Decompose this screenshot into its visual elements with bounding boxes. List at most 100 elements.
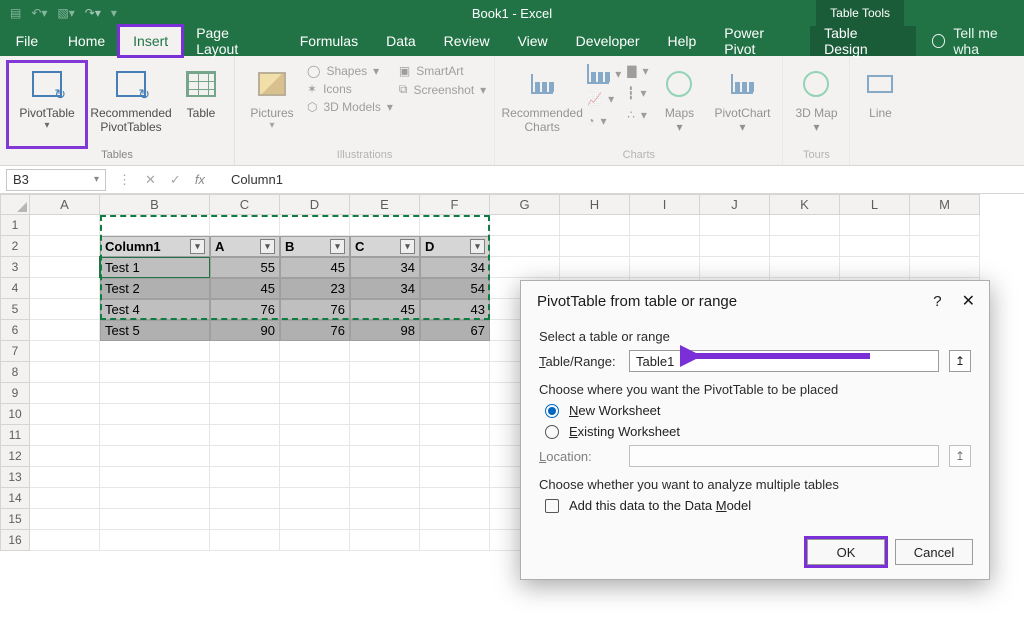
enter-icon[interactable]: ✓ <box>170 172 181 188</box>
cell-D5[interactable]: 76 <box>280 299 350 320</box>
shapes-button[interactable]: ◯Shapes ▾ <box>307 64 393 78</box>
cell-K3[interactable] <box>770 257 840 278</box>
cell-C5[interactable]: 76 <box>210 299 280 320</box>
chart-pie-button[interactable]: ◔▾ <box>587 114 621 128</box>
chart-stat-button[interactable]: ┇▾ <box>627 86 648 100</box>
cell-A5[interactable] <box>30 299 100 320</box>
tab-page-layout[interactable]: Page Layout <box>182 26 286 56</box>
maps-button[interactable]: Maps▾ <box>654 62 704 147</box>
cell-C8[interactable] <box>210 362 280 383</box>
cell-D3[interactable]: 45 <box>280 257 350 278</box>
cell-G2[interactable] <box>490 236 560 257</box>
close-icon[interactable]: ✕ <box>962 291 975 311</box>
cell-F15[interactable] <box>420 509 490 530</box>
row-header-3[interactable]: 3 <box>0 257 30 278</box>
cell-D14[interactable] <box>280 488 350 509</box>
column-header-B[interactable]: B <box>100 194 210 215</box>
row-header-16[interactable]: 16 <box>0 530 30 551</box>
cell-L2[interactable] <box>840 236 910 257</box>
tab-data[interactable]: Data <box>372 26 430 56</box>
sparkline-line-button[interactable]: Line <box>858 62 902 165</box>
radio-existing-worksheet[interactable] <box>545 425 559 439</box>
cell-A16[interactable] <box>30 530 100 551</box>
column-header-L[interactable]: L <box>840 194 910 215</box>
cell-C4[interactable]: 45 <box>210 278 280 299</box>
cell-E14[interactable] <box>350 488 420 509</box>
recommended-charts-button[interactable]: Recommended Charts <box>503 62 581 147</box>
cell-A12[interactable] <box>30 446 100 467</box>
cell-C13[interactable] <box>210 467 280 488</box>
cell-E10[interactable] <box>350 404 420 425</box>
tab-table-design[interactable]: Table Design <box>810 26 916 56</box>
cell-C3[interactable]: 55 <box>210 257 280 278</box>
row-header-1[interactable]: 1 <box>0 215 30 236</box>
cell-B4[interactable]: Test 2 <box>100 278 210 299</box>
cell-B7[interactable] <box>100 341 210 362</box>
cell-D2[interactable]: B▾ <box>280 236 350 257</box>
cell-B9[interactable] <box>100 383 210 404</box>
radio-new-worksheet[interactable] <box>545 404 559 418</box>
cell-A4[interactable] <box>30 278 100 299</box>
cell-E12[interactable] <box>350 446 420 467</box>
cell-J1[interactable] <box>700 215 770 236</box>
location-input[interactable] <box>629 445 939 467</box>
cell-M2[interactable] <box>910 236 980 257</box>
cell-E5[interactable]: 45 <box>350 299 420 320</box>
cell-F2[interactable]: D▾ <box>420 236 490 257</box>
row-header-4[interactable]: 4 <box>0 278 30 299</box>
cell-A7[interactable] <box>30 341 100 362</box>
cell-E3[interactable]: 34 <box>350 257 420 278</box>
smartart-button[interactable]: ▣SmartArt <box>399 64 486 78</box>
row-header-11[interactable]: 11 <box>0 425 30 446</box>
cell-F8[interactable] <box>420 362 490 383</box>
cell-C11[interactable] <box>210 425 280 446</box>
cell-C16[interactable] <box>210 530 280 551</box>
row-header-15[interactable]: 15 <box>0 509 30 530</box>
row-header-12[interactable]: 12 <box>0 446 30 467</box>
cell-F3[interactable]: 34 <box>420 257 490 278</box>
cell-D16[interactable] <box>280 530 350 551</box>
name-box[interactable]: B3 ▾ <box>6 169 106 191</box>
filter-dropdown-icon[interactable]: ▾ <box>470 239 485 254</box>
cell-F1[interactable] <box>420 215 490 236</box>
cell-A6[interactable] <box>30 320 100 341</box>
cell-A14[interactable] <box>30 488 100 509</box>
tab-file[interactable]: File <box>0 26 54 56</box>
cell-B14[interactable] <box>100 488 210 509</box>
cell-C6[interactable]: 90 <box>210 320 280 341</box>
insert-function-icon[interactable]: ⋮ <box>118 172 131 188</box>
cell-B12[interactable] <box>100 446 210 467</box>
cell-F12[interactable] <box>420 446 490 467</box>
cell-F10[interactable] <box>420 404 490 425</box>
option-existing-worksheet[interactable]: Existing Worksheet <box>545 424 971 439</box>
cell-E16[interactable] <box>350 530 420 551</box>
cell-K2[interactable] <box>770 236 840 257</box>
row-header-14[interactable]: 14 <box>0 488 30 509</box>
cell-L1[interactable] <box>840 215 910 236</box>
column-header-J[interactable]: J <box>700 194 770 215</box>
cell-E2[interactable]: C▾ <box>350 236 420 257</box>
row-header-10[interactable]: 10 <box>0 404 30 425</box>
cell-C7[interactable] <box>210 341 280 362</box>
column-header-C[interactable]: C <box>210 194 280 215</box>
cell-B15[interactable] <box>100 509 210 530</box>
row-header-5[interactable]: 5 <box>0 299 30 320</box>
formula-input[interactable]: Column1 <box>227 172 1024 187</box>
cell-A10[interactable] <box>30 404 100 425</box>
cell-E13[interactable] <box>350 467 420 488</box>
filter-dropdown-icon[interactable]: ▾ <box>260 239 275 254</box>
cell-D8[interactable] <box>280 362 350 383</box>
tab-help[interactable]: Help <box>654 26 711 56</box>
cancel-button[interactable]: Cancel <box>895 539 973 565</box>
cell-E8[interactable] <box>350 362 420 383</box>
option-data-model[interactable]: Add this data to the Data Model <box>545 498 971 513</box>
row-header-9[interactable]: 9 <box>0 383 30 404</box>
cell-C15[interactable] <box>210 509 280 530</box>
cell-E9[interactable] <box>350 383 420 404</box>
column-header-H[interactable]: H <box>560 194 630 215</box>
pictures-button[interactable]: Pictures ▾ <box>243 62 301 147</box>
cell-C10[interactable] <box>210 404 280 425</box>
option-new-worksheet[interactable]: New Worksheet <box>545 403 971 418</box>
cell-E7[interactable] <box>350 341 420 362</box>
cell-E15[interactable] <box>350 509 420 530</box>
